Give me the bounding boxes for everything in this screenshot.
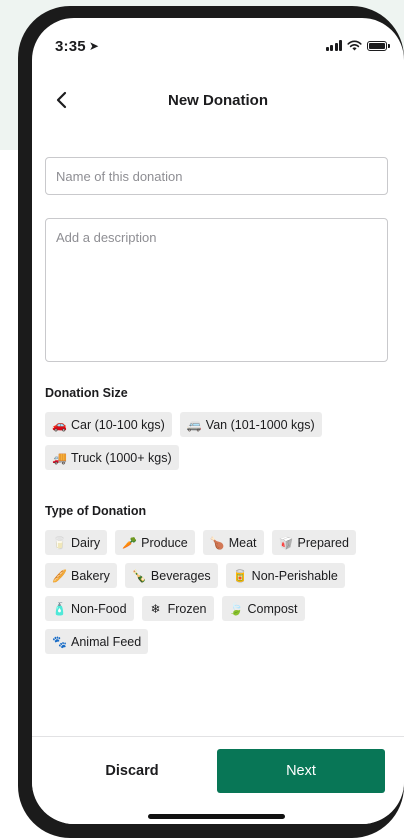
van-icon: 🚐	[186, 417, 202, 432]
chip-label: Car (10-100 kgs)	[71, 417, 165, 432]
page-title: New Donation	[168, 92, 268, 109]
carrot-icon: 🥕	[122, 535, 138, 550]
takeout-box-icon: 🥡	[278, 535, 294, 550]
phone-frame: 3:35 ➤ New Donation Name of this donatio…	[18, 6, 404, 838]
home-indicator[interactable]	[148, 814, 285, 819]
battery-icon	[367, 40, 387, 51]
chip-label: Non-Food	[71, 601, 127, 616]
donation-description-textarea[interactable]	[45, 218, 388, 362]
type-chip-frozen[interactable]: ❄ Frozen	[141, 596, 214, 621]
discard-button[interactable]: Discard	[62, 749, 202, 793]
next-button[interactable]: Next	[217, 749, 385, 793]
bottle-icon: 🧴	[52, 601, 67, 616]
chip-label: Meat	[228, 535, 257, 550]
type-chip-dairy[interactable]: 🥛 Dairy	[45, 530, 108, 555]
bottles-icon: 🍾	[131, 568, 147, 583]
type-chip-non-perishable[interactable]: 🥫 Non-Perishable	[225, 563, 345, 588]
chip-label: Bakery	[71, 568, 110, 583]
battery-tip	[388, 43, 390, 48]
chip-label: Truck (1000+ kgs)	[71, 450, 172, 465]
location-arrow-icon: ➤	[88, 39, 100, 53]
type-chip-meat[interactable]: 🍗 Meat	[202, 530, 264, 555]
chip-label: Frozen	[167, 601, 207, 616]
type-chip-prepared[interactable]: 🥡 Prepared	[271, 530, 356, 555]
donation-size-options: 🚗 Car (10-100 kgs) 🚐 Van (101-1000 kgs) …	[45, 412, 385, 470]
size-chip-car[interactable]: 🚗 Car (10-100 kgs)	[45, 412, 172, 437]
donation-name-input[interactable]	[45, 157, 388, 195]
wifi-icon	[347, 40, 362, 51]
type-chip-beverages[interactable]: 🍾 Beverages	[124, 563, 218, 588]
truck-icon: 🚚	[52, 450, 67, 465]
drumstick-icon: 🍗	[209, 535, 225, 550]
chip-label: Compost	[247, 601, 298, 616]
can-icon: 🥫	[232, 568, 248, 583]
chip-label: Animal Feed	[71, 634, 142, 649]
status-time-text: 3:35	[55, 38, 86, 55]
size-chip-truck[interactable]: 🚚 Truck (1000+ kgs)	[45, 445, 179, 470]
type-chip-animal-feed[interactable]: 🐾 Animal Feed	[45, 629, 149, 654]
bread-icon: 🥖	[52, 568, 67, 583]
status-time: 3:35 ➤	[55, 38, 99, 55]
chip-label: Van (101-1000 kgs)	[205, 417, 315, 432]
dairy-icon: 🥛	[52, 535, 67, 550]
donation-type-options: 🥛 Dairy 🥕 Produce 🍗 Meat 🥡 Prepared 🥖 Ba…	[45, 530, 385, 654]
chip-label: Produce	[141, 535, 188, 550]
type-chip-compost[interactable]: 🍃 Compost	[221, 596, 305, 621]
status-bar: 3:35 ➤	[32, 18, 404, 64]
app-screen: 3:35 ➤ New Donation Name of this donatio…	[32, 18, 404, 824]
animal-icon: 🐾	[52, 634, 67, 649]
chip-label: Prepared	[297, 535, 349, 550]
snowflake-icon: ❄	[150, 601, 161, 616]
donation-size-label: Donation Size	[45, 386, 128, 400]
action-footer: Discard Next	[32, 736, 404, 824]
size-chip-van[interactable]: 🚐 Van (101-1000 kgs)	[179, 412, 322, 437]
type-chip-non-food[interactable]: 🧴 Non-Food	[45, 596, 134, 621]
chip-label: Non-Perishable	[251, 568, 338, 583]
leaf-icon: 🍃	[228, 601, 244, 616]
car-icon: 🚗	[52, 417, 67, 432]
chip-label: Dairy	[71, 535, 101, 550]
donation-type-label: Type of Donation	[45, 504, 147, 518]
type-chip-produce[interactable]: 🥕 Produce	[115, 530, 195, 555]
type-chip-bakery[interactable]: 🥖 Bakery	[45, 563, 117, 588]
chip-label: Beverages	[150, 568, 211, 583]
status-icons	[325, 40, 390, 51]
cellular-signal-icon	[325, 40, 342, 51]
navigation-bar: New Donation	[32, 82, 404, 118]
